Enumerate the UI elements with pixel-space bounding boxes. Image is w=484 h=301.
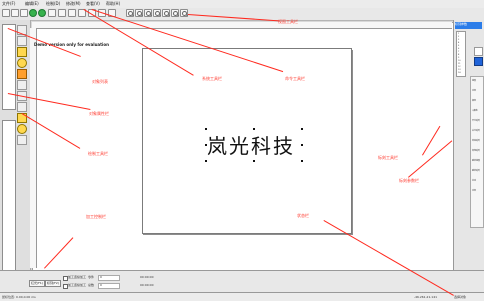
annotation-object-list: 对象列表	[92, 79, 108, 84]
red-light-button[interactable]: 红光(F1)	[29, 280, 45, 287]
annotation-draw-toolbar: 绘制工具栏	[88, 151, 108, 156]
status-coordinates: -46.261,21.141	[414, 295, 438, 299]
annotation-marking-toolbar: 标刻工具栏	[378, 155, 398, 160]
param-label: 关光延时	[472, 130, 481, 132]
param-label: 跳转速度	[472, 160, 481, 162]
annotation-process-control: 加工控制栏	[86, 214, 106, 219]
star-tool-icon[interactable]	[17, 135, 27, 145]
annotation-object-properties: 对象属性栏	[89, 111, 109, 116]
pen-item[interactable]: 10	[458, 60, 461, 62]
annotation-command-toolbar: 命令工具栏	[285, 76, 305, 81]
zoom-window-icon[interactable]	[162, 9, 170, 17]
ellipse-tool-icon[interactable]	[17, 124, 27, 134]
status-left: 鼠标位置: 0.00,0.00 ms	[2, 295, 36, 299]
undo-icon[interactable]	[68, 9, 76, 17]
pen-item[interactable]: 8	[458, 54, 459, 56]
param-label: 跳转延时	[472, 170, 481, 172]
pen-item[interactable]: 13	[458, 69, 461, 71]
menu-draw[interactable]: 绘制(D)	[46, 1, 60, 7]
pen-item[interactable]: 1	[458, 33, 459, 35]
rect-tool-icon[interactable]	[17, 47, 27, 57]
open-icon[interactable]	[11, 9, 19, 17]
annotation-status-bar: 状态栏	[297, 213, 309, 218]
line-tool-icon[interactable]	[17, 36, 27, 46]
pen-item[interactable]: 2	[458, 36, 459, 38]
param-label: 结束延时	[472, 140, 481, 142]
annotation-system-toolbar: 系统工具栏	[202, 76, 222, 81]
part-value: 0	[100, 275, 102, 279]
pen-item[interactable]: 4	[458, 42, 459, 44]
field-label-2: 总数	[88, 283, 95, 287]
pen-list[interactable]: 1 2 3 4 5 6 7 8 9 10 11 12 13 14	[456, 31, 466, 77]
zoom-reset-icon[interactable]	[180, 9, 188, 17]
param-label: 拐角延时	[472, 150, 481, 152]
pen-item[interactable]: 6	[458, 48, 459, 50]
zoom-all-icon[interactable]	[171, 9, 179, 17]
selected-color-swatch[interactable]	[474, 57, 483, 66]
selection-handle[interactable]	[253, 128, 255, 130]
polygon-tool-icon[interactable]	[17, 69, 27, 79]
selection-handle[interactable]	[301, 128, 303, 130]
circle-tool-icon[interactable]	[17, 58, 27, 68]
paste-icon[interactable]	[58, 9, 66, 17]
left-ruler	[30, 28, 37, 268]
zoom-out-icon[interactable]	[135, 9, 143, 17]
field-label-1: 零件	[88, 275, 95, 279]
mark-button[interactable]: 标刻(F2)	[45, 280, 61, 287]
selection-handle[interactable]	[301, 144, 303, 146]
menu-view[interactable]: 查看(V)	[86, 1, 100, 7]
top-ruler	[32, 22, 452, 29]
pen-item[interactable]: 7	[458, 51, 459, 53]
zoom-select-icon[interactable]	[153, 9, 161, 17]
param-label: 速度	[472, 80, 477, 82]
time-display: 00:00:00	[140, 275, 154, 279]
menu-edit[interactable]: 编辑(E)	[25, 1, 39, 7]
annotation-marking-params: 标刻参数栏	[399, 178, 419, 183]
zoom-fit-icon[interactable]	[144, 9, 152, 17]
zoom-in-icon[interactable]	[126, 9, 134, 17]
param-label: 频率	[472, 100, 477, 102]
text-tool-icon[interactable]	[17, 80, 27, 90]
menu-modify[interactable]: 修改(M)	[66, 1, 81, 7]
color-swatch[interactable]	[474, 47, 483, 56]
copy-icon[interactable]	[48, 9, 56, 17]
stop-icon[interactable]	[38, 9, 46, 17]
param-label: Q释放	[472, 110, 478, 112]
selection-handle[interactable]	[205, 160, 207, 162]
param-label: 功率	[472, 90, 477, 92]
selection-handle[interactable]	[205, 144, 207, 146]
check-label-2: 加工连续加工	[68, 283, 87, 287]
menu-file[interactable]: 文件(F)	[2, 1, 15, 7]
marking-parameter-title: 标刻参数	[455, 22, 482, 29]
pen-item[interactable]: 3	[458, 39, 459, 41]
param-label: 功率	[472, 190, 477, 192]
status-mode: 选择对象	[454, 295, 467, 299]
selection-handle[interactable]	[253, 160, 255, 162]
selection-handle[interactable]	[301, 160, 303, 162]
pen-item[interactable]: 12	[458, 66, 461, 68]
param-label: 开光延时	[472, 120, 481, 122]
object-list[interactable]	[2, 24, 16, 110]
pen-item[interactable]: 9	[458, 57, 459, 59]
save-icon[interactable]	[20, 9, 28, 17]
draw-toolbar	[16, 25, 28, 175]
pen-item[interactable]: 11	[458, 63, 461, 65]
time-display-2: 00:00:00	[140, 283, 154, 287]
selection-handle[interactable]	[205, 128, 207, 130]
system-toolbar	[0, 8, 484, 21]
object-properties[interactable]	[2, 120, 16, 282]
canvas-text[interactable]: 岚光科技	[207, 130, 295, 159]
param-label: 抖动	[472, 180, 477, 182]
run-icon[interactable]	[29, 9, 37, 17]
marking-parameters[interactable]: 速度 功率 频率 Q释放 开光延时 关光延时 结束延时 拐角延时 跳转速度 跳转…	[470, 76, 484, 228]
menu-help[interactable]: 帮助(H)	[106, 1, 120, 7]
process-control-bar: 红光(F1) 标刻(F2) 加工连续加工 加工连续加工 零件 0 总数 0 00…	[0, 270, 484, 293]
check-label-1: 加工连续加工	[68, 275, 87, 279]
pen-item[interactable]: 14	[458, 72, 461, 74]
new-icon[interactable]	[2, 9, 10, 17]
pen-item[interactable]: 5	[458, 45, 459, 47]
total-value: 0	[100, 283, 102, 287]
image-tool-icon[interactable]	[17, 102, 27, 112]
annotation-view-toolbar: 视图工具栏	[278, 19, 298, 24]
